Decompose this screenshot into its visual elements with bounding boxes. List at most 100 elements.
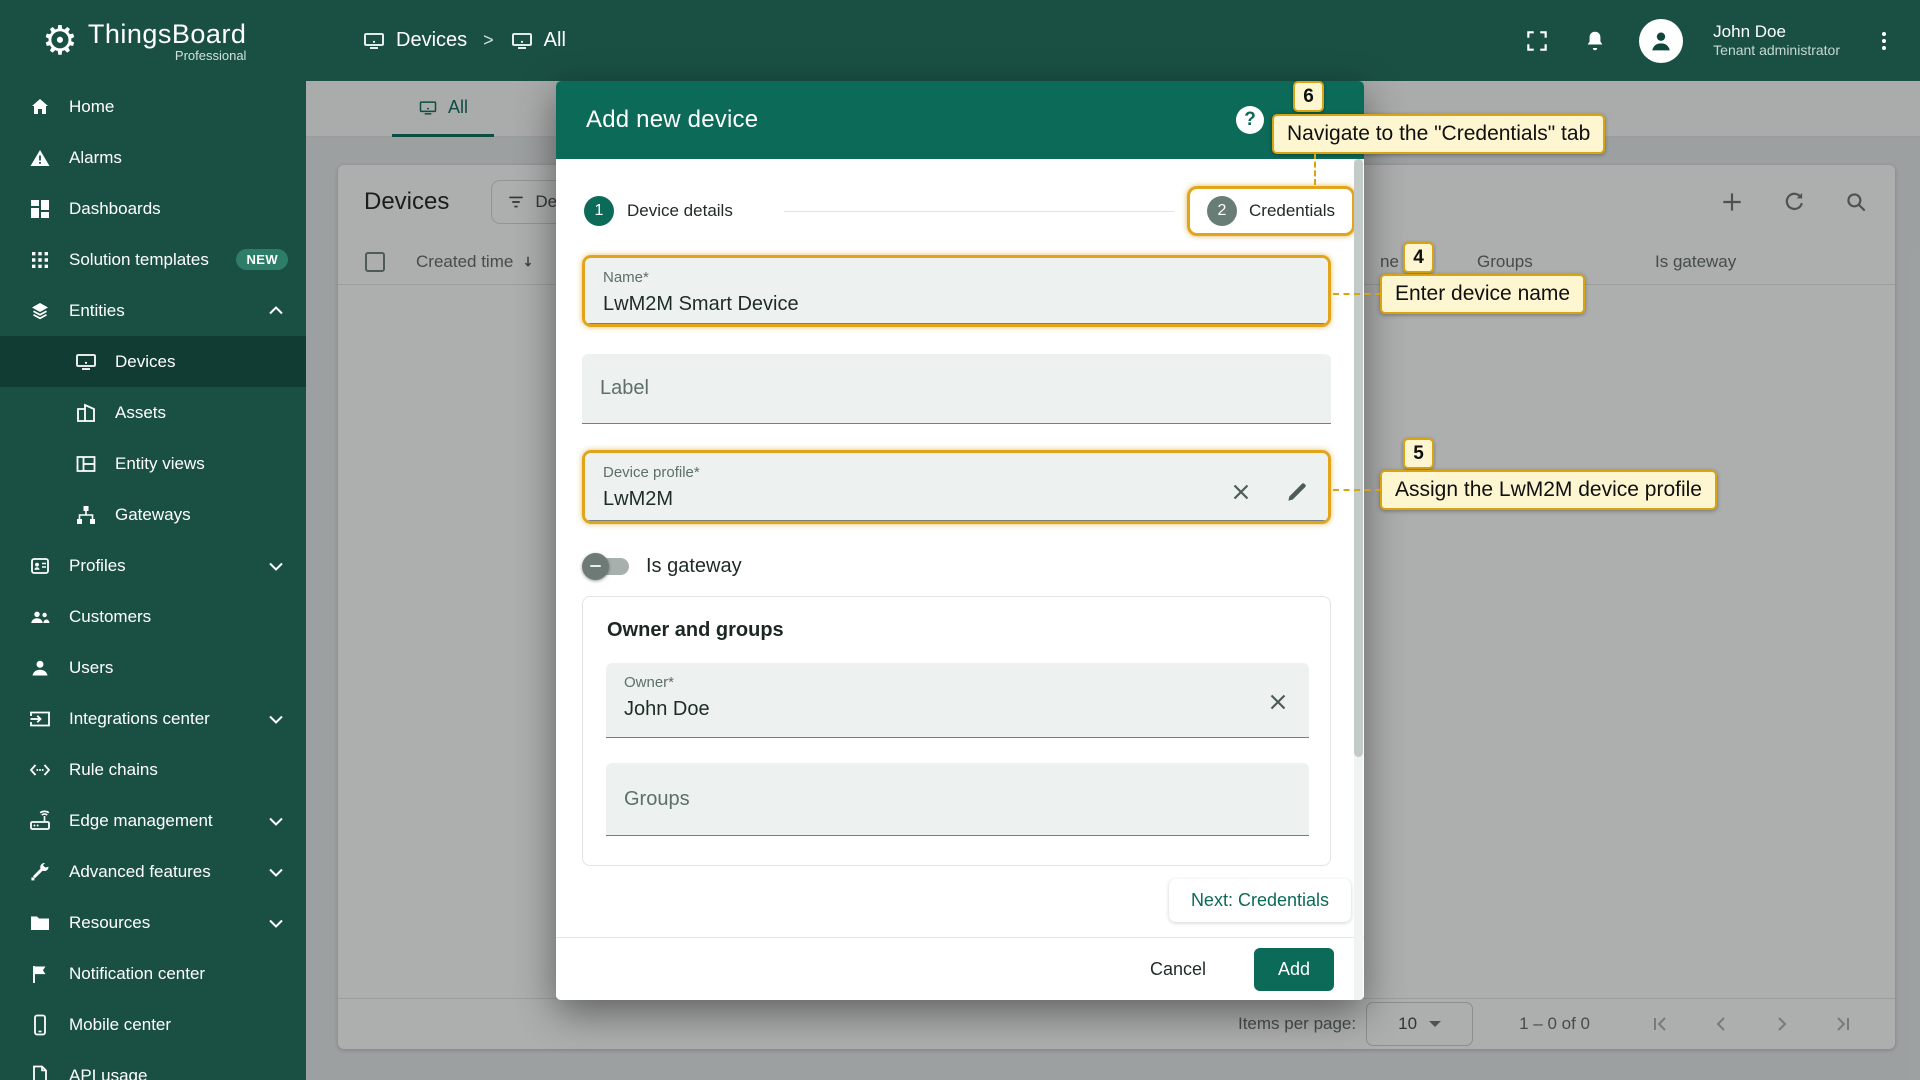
- profiles-badge-icon: [31, 557, 49, 574]
- sidebar-item-integrations-center[interactable]: Integrations center: [0, 693, 306, 744]
- sidebar-label: Assets: [115, 402, 167, 422]
- step-device-details[interactable]: 1 Device details: [584, 186, 733, 236]
- chevron-down-icon: [269, 562, 283, 571]
- customers-people-icon: [31, 611, 50, 623]
- breadcrumb-all-label: All: [543, 29, 566, 51]
- sidebar-item-profiles[interactable]: Profiles: [0, 540, 306, 591]
- notifications-bell-icon[interactable]: [1581, 27, 1609, 55]
- name-field-value: LwM2M Smart Device: [603, 293, 799, 315]
- sidebar-item-assets[interactable]: Assets: [0, 387, 306, 438]
- step-2-circle: 2: [1207, 196, 1237, 226]
- device-profile-value: LwM2M: [603, 488, 674, 510]
- kebab-menu-icon[interactable]: [1870, 27, 1898, 55]
- sidebar-item-notification-center[interactable]: Notification center: [0, 948, 306, 999]
- chevron-down-icon: [269, 868, 283, 877]
- is-gateway-row: Is gateway: [582, 549, 742, 583]
- callout-5-number: 5: [1403, 438, 1434, 469]
- sidebar-item-entity-views[interactable]: Entity views: [0, 438, 306, 489]
- breadcrumb-devices-label: Devices: [396, 29, 468, 51]
- next-credentials-button[interactable]: Next: Credentials: [1168, 879, 1351, 922]
- thingsboard-app: ⚙ ThingsBoard Professional Devices > All: [0, 0, 1920, 1080]
- toggle-thumb: [582, 552, 609, 580]
- sidebar-nav: Home Alarms Dashboards Solution template…: [0, 81, 306, 1080]
- step-1-circle: 1: [584, 196, 614, 226]
- sidebar-item-mobile-center[interactable]: Mobile center: [0, 999, 306, 1050]
- callout-6-label: Navigate to the "Credentials" tab: [1272, 114, 1606, 154]
- groups-field[interactable]: Groups: [606, 763, 1309, 836]
- cancel-button[interactable]: Cancel: [1136, 951, 1220, 988]
- sidebar-item-customers[interactable]: Customers: [0, 591, 306, 642]
- stepper-divider: [784, 211, 1174, 212]
- new-badge: NEW: [236, 249, 288, 270]
- sidebar-label: Mobile center: [69, 1014, 172, 1034]
- breadcrumb-all[interactable]: All: [510, 29, 566, 53]
- clear-profile-icon[interactable]: [1228, 479, 1254, 505]
- breadcrumb: Devices > All: [362, 29, 566, 53]
- fullscreen-icon[interactable]: [1523, 27, 1551, 55]
- devices-icon: [76, 353, 96, 370]
- sidebar-item-api-usage[interactable]: API usage: [0, 1050, 306, 1080]
- user-name: John Doe: [1713, 22, 1786, 42]
- sidebar-item-gateways[interactable]: Gateways: [0, 489, 306, 540]
- sidebar-item-users[interactable]: Users: [0, 642, 306, 693]
- sidebar-item-edge-management[interactable]: Edge management: [0, 795, 306, 846]
- sidebar-item-rule-chains[interactable]: Rule chains: [0, 744, 306, 795]
- integrations-input-icon: [30, 711, 50, 726]
- breadcrumb-devices[interactable]: Devices: [362, 29, 467, 53]
- sidebar-label: Dashboards: [69, 198, 161, 218]
- sidebar-item-home[interactable]: Home: [0, 81, 306, 132]
- clear-owner-icon[interactable]: [1265, 689, 1291, 715]
- sidebar-item-dashboards[interactable]: Dashboards: [0, 183, 306, 234]
- name-field[interactable]: Name* LwM2M Smart Device: [585, 258, 1328, 324]
- owner-field-value: John Doe: [624, 698, 710, 720]
- sidebar-label: Integrations center: [69, 708, 210, 728]
- dialog-footer: Cancel Add: [556, 937, 1364, 1000]
- step-credentials[interactable]: 2 Credentials: [1187, 186, 1355, 236]
- help-icon[interactable]: ?: [1236, 106, 1264, 134]
- user-info[interactable]: John Doe Tenant administrator: [1713, 21, 1840, 60]
- gateways-lan-icon: [77, 505, 95, 524]
- sidebar-item-solution-templates[interactable]: Solution templates NEW: [0, 234, 306, 285]
- assets-building-icon: [77, 403, 95, 422]
- label-field-placeholder: Label: [600, 377, 649, 399]
- top-header: ⚙ ThingsBoard Professional Devices > All: [0, 0, 1920, 81]
- flag-icon: [33, 965, 46, 983]
- sidebar-label: Advanced features: [69, 861, 211, 881]
- logo[interactable]: ⚙ ThingsBoard Professional: [0, 19, 306, 63]
- sidebar-label: Rule chains: [69, 759, 158, 779]
- group-all-icon: [511, 32, 532, 49]
- sidebar-label: Home: [69, 96, 115, 116]
- step-1-label: Device details: [627, 201, 733, 220]
- apps-grid-icon: [32, 251, 48, 268]
- chevron-up-icon: [269, 305, 283, 314]
- callout-4-number: 4: [1403, 242, 1434, 273]
- chevron-down-icon: [269, 715, 283, 724]
- sidebar-label: Notification center: [69, 963, 206, 983]
- callout-5-connector: [1333, 489, 1381, 491]
- devices-icon: [364, 32, 384, 49]
- device-profile-field[interactable]: Device profile* LwM2M: [585, 453, 1328, 521]
- label-field[interactable]: Label: [582, 354, 1331, 424]
- sidebar-label: Entities: [69, 300, 125, 320]
- owner-field[interactable]: Owner* John Doe: [606, 663, 1309, 738]
- sidebar-item-alarms[interactable]: Alarms: [0, 132, 306, 183]
- edit-profile-pencil-icon[interactable]: [1284, 479, 1310, 505]
- sidebar-label: Profiles: [69, 555, 126, 575]
- sidebar-item-advanced-features[interactable]: Advanced features: [0, 846, 306, 897]
- sidebar-item-resources[interactable]: Resources: [0, 897, 306, 948]
- user-icon: [32, 660, 48, 675]
- callout-6-number: 6: [1293, 81, 1324, 112]
- owner-field-label: Owner*: [624, 674, 675, 691]
- sidebar-label: Alarms: [69, 147, 122, 167]
- is-gateway-toggle[interactable]: [582, 552, 629, 580]
- add-button[interactable]: Add: [1254, 947, 1334, 991]
- rule-chains-ethernet-icon: [29, 763, 51, 776]
- owner-groups-title: Owner and groups: [607, 619, 784, 641]
- sidebar-item-devices[interactable]: Devices: [0, 336, 306, 387]
- callout-6-connector: [1314, 153, 1316, 185]
- chevron-down-icon: [269, 919, 283, 928]
- sidebar-item-entities[interactable]: Entities: [0, 285, 306, 336]
- callout-4-label: Enter device name: [1380, 274, 1586, 314]
- modal-scrollbar-thumb[interactable]: [1354, 159, 1363, 757]
- user-avatar[interactable]: [1639, 18, 1684, 63]
